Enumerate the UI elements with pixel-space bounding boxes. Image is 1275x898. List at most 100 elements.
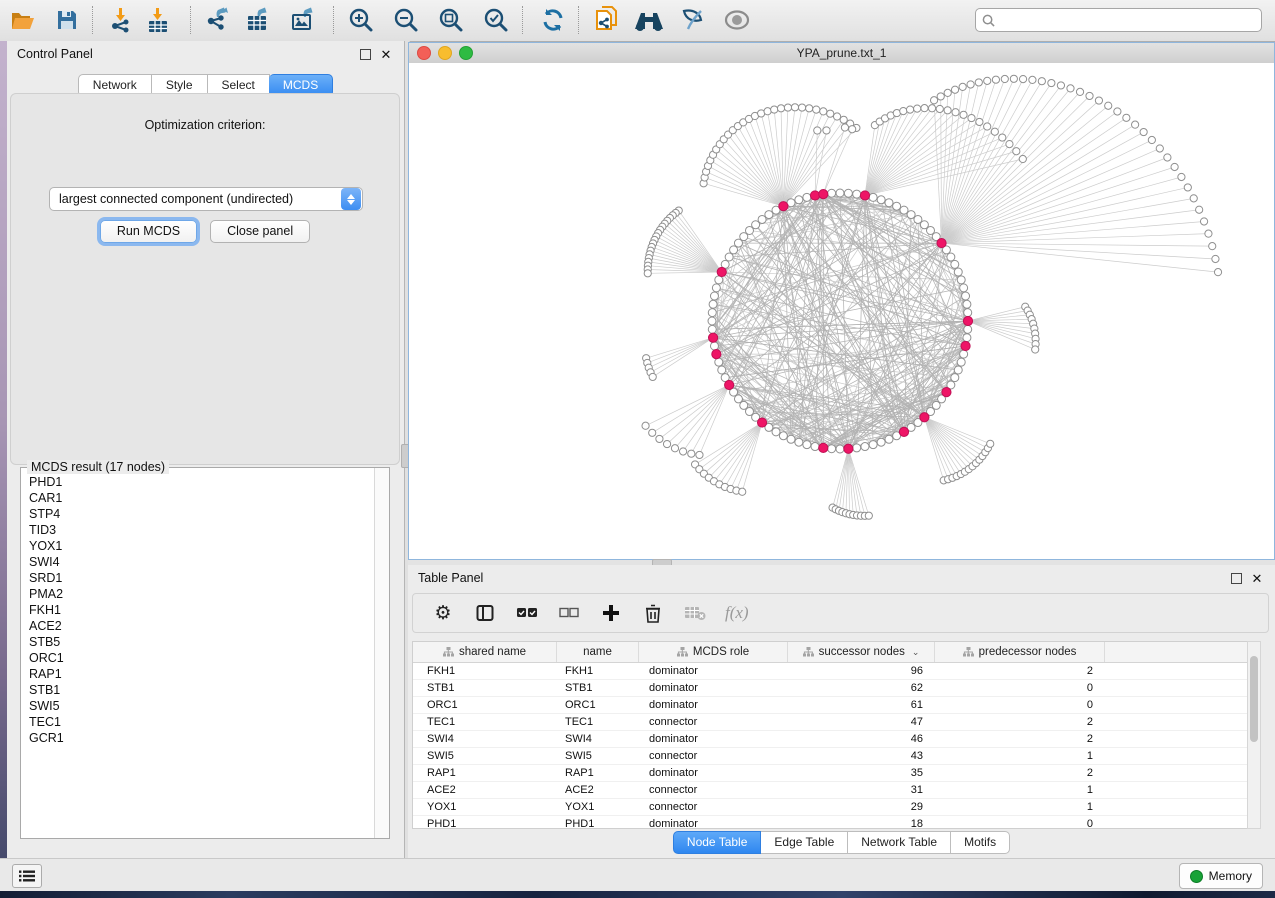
tab-motifs[interactable]: Motifs <box>951 831 1010 854</box>
leaf-node[interactable] <box>680 448 687 455</box>
deselect-all-icon[interactable] <box>557 601 581 625</box>
export-table-icon[interactable] <box>244 5 274 35</box>
cell-shared-name[interactable]: SWI4 <box>413 733 557 745</box>
leaf-node[interactable] <box>1019 155 1026 162</box>
float-table-panel-button[interactable] <box>1228 570 1244 586</box>
cell-shared-name[interactable]: SWI5 <box>413 750 557 762</box>
memory-button[interactable]: Memory <box>1179 863 1263 889</box>
cell-name[interactable]: PHD1 <box>557 818 639 829</box>
mcds-hub-node[interactable] <box>920 413 929 422</box>
leaf-node[interactable] <box>1086 92 1093 99</box>
leaf-node[interactable] <box>1140 128 1147 135</box>
leaf-node[interactable] <box>798 104 805 111</box>
ring-node[interactable] <box>811 443 819 451</box>
ring-node[interactable] <box>715 358 723 366</box>
leaf-node[interactable] <box>968 114 975 121</box>
cell-MCDS-role[interactable]: dominator <box>639 699 788 711</box>
mcds-result-item[interactable]: STP4 <box>29 506 375 522</box>
ring-node[interactable] <box>765 211 773 219</box>
ring-node[interactable] <box>960 284 968 292</box>
mcds-hub-node[interactable] <box>708 333 717 342</box>
cell-successor-nodes[interactable]: 62 <box>788 682 935 694</box>
mcds-hub-node[interactable] <box>757 418 766 427</box>
cell-MCDS-role[interactable]: dominator <box>639 733 788 745</box>
leaf-node[interactable] <box>1156 145 1163 152</box>
leaf-node[interactable] <box>1171 163 1178 170</box>
first-neighbors-icon[interactable] <box>634 5 664 35</box>
leaf-node[interactable] <box>696 451 703 458</box>
cell-shared-name[interactable]: PHD1 <box>413 818 557 829</box>
cell-MCDS-role[interactable]: connector <box>639 801 788 813</box>
leaf-node[interactable] <box>914 105 921 112</box>
leaf-node[interactable] <box>1105 102 1112 109</box>
ring-node[interactable] <box>893 202 901 210</box>
leaf-node[interactable] <box>930 97 937 104</box>
mcds-hub-node[interactable] <box>779 202 788 211</box>
cell-name[interactable]: RAP1 <box>557 767 639 779</box>
search-input[interactable] <box>999 12 1261 28</box>
ring-node[interactable] <box>779 432 787 440</box>
leaf-node[interactable] <box>959 83 966 90</box>
tab-edge-table[interactable]: Edge Table <box>761 831 848 854</box>
function-builder-icon[interactable]: f(x) <box>725 601 749 625</box>
cell-name[interactable]: FKH1 <box>557 665 639 677</box>
panel-layout-icon[interactable] <box>473 601 497 625</box>
mcds-hub-node[interactable] <box>819 189 828 198</box>
ring-node[interactable] <box>803 193 811 201</box>
leaf-node[interactable] <box>984 123 991 130</box>
cell-predecessor-nodes[interactable]: 0 <box>935 682 1105 694</box>
cell-name[interactable]: SWI4 <box>557 733 639 745</box>
save-icon[interactable] <box>52 5 82 35</box>
leaf-node[interactable] <box>976 118 983 125</box>
mcds-result-item[interactable]: SWI4 <box>29 554 375 570</box>
leaf-node[interactable] <box>813 106 820 113</box>
mcds-result-item[interactable]: GCR1 <box>29 730 375 746</box>
table-row[interactable]: STB1STB1dominator620 <box>413 680 1253 697</box>
tab-node-table[interactable]: Node Table <box>673 831 762 854</box>
ring-node[interactable] <box>885 199 893 207</box>
leaf-node[interactable] <box>1019 75 1026 82</box>
leaf-node[interactable] <box>936 105 943 112</box>
leaf-node[interactable] <box>814 127 821 134</box>
cell-predecessor-nodes[interactable]: 2 <box>935 733 1105 745</box>
mcds-hub-node[interactable] <box>899 427 908 436</box>
cell-MCDS-role[interactable]: dominator <box>639 818 788 829</box>
ring-node[interactable] <box>963 300 971 308</box>
ring-node[interactable] <box>957 276 965 284</box>
cell-shared-name[interactable]: RAP1 <box>413 767 557 779</box>
ring-node[interactable] <box>853 444 861 452</box>
leaf-node[interactable] <box>833 113 840 120</box>
mcds-result-item[interactable]: STB1 <box>29 682 375 698</box>
leaf-node[interactable] <box>1190 195 1197 202</box>
cell-shared-name[interactable]: YOX1 <box>413 801 557 813</box>
leaf-node[interactable] <box>865 512 872 519</box>
mcds-hub-node[interactable] <box>712 350 721 359</box>
leaf-node[interactable] <box>1132 121 1139 128</box>
leaf-node[interactable] <box>656 435 663 442</box>
leaf-node[interactable] <box>841 124 848 131</box>
network-canvas[interactable] <box>409 63 1274 559</box>
mcds-result-item[interactable]: ORC1 <box>29 650 375 666</box>
ring-node[interactable] <box>964 325 972 333</box>
ring-node[interactable] <box>960 350 968 358</box>
ring-node[interactable] <box>795 196 803 204</box>
ring-node[interactable] <box>869 193 877 201</box>
ring-node[interactable] <box>708 309 716 317</box>
table-row[interactable]: TEC1TEC1connector472 <box>413 714 1253 731</box>
mcds-list-scrollbar[interactable] <box>374 468 389 838</box>
leaf-node[interactable] <box>739 488 746 495</box>
column-header-successor-nodes[interactable]: successor nodes⌄ <box>788 642 935 662</box>
leaf-node[interactable] <box>928 105 935 112</box>
leaf-node[interactable] <box>900 107 907 114</box>
mcds-result-item[interactable]: TID3 <box>29 522 375 538</box>
mcds-hub-node[interactable] <box>819 443 828 452</box>
leaf-node[interactable] <box>1010 75 1017 82</box>
cell-shared-name[interactable]: FKH1 <box>413 665 557 677</box>
leaf-node[interactable] <box>806 105 813 112</box>
mcds-result-item[interactable]: TEC1 <box>29 714 375 730</box>
leaf-node[interactable] <box>649 373 656 380</box>
export-network-icon[interactable] <box>203 5 233 35</box>
cell-successor-nodes[interactable]: 47 <box>788 716 935 728</box>
close-panel-button-2[interactable]: Close panel <box>210 220 310 243</box>
leaf-node[interactable] <box>1212 255 1219 262</box>
